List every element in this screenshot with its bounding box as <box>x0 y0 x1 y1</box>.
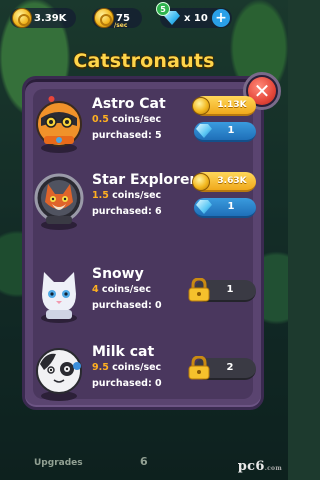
coins-value: 3.39K <box>34 12 67 24</box>
cat-name: Astro Cat <box>92 96 166 112</box>
cat-rate-unit: coins/sec <box>108 190 162 201</box>
cat-rate: 0.5 coins/sec <box>92 114 161 125</box>
cat-name: Milk cat <box>92 344 155 360</box>
milk-cat-avatar <box>36 348 82 401</box>
coin-icon <box>192 173 210 191</box>
cat-rate-unit: coins/sec <box>108 114 162 125</box>
cat-rate-unit: coins/sec <box>98 284 151 295</box>
gem-price: 1 <box>227 125 235 136</box>
cat-rate: 4 coins/sec <box>92 284 151 295</box>
page-title: Catstronauts <box>73 50 215 72</box>
watermark-logo: pc6.com <box>238 459 282 474</box>
buy-with-gems-button[interactable]: 1 <box>194 198 256 218</box>
coin-price: 1.13K <box>217 100 247 110</box>
padlock-icon <box>188 278 210 302</box>
gem-icon <box>196 200 212 214</box>
gem-notification-badge: 5 <box>156 2 170 16</box>
locked-unlock-button[interactable]: 2 <box>188 356 256 380</box>
gem-icon <box>196 124 212 138</box>
astro-cat-avatar <box>36 96 82 153</box>
cat-row-milk-cat: Milk cat 9.5 coins/sec purchased: 0 2 <box>32 340 262 416</box>
buy-with-coins-button[interactable]: 3.63K <box>192 172 256 192</box>
buy-with-coins-button[interactable]: 1.13K <box>192 96 256 116</box>
tab-upgrades[interactable]: Upgrades <box>34 458 83 468</box>
top-hud: 3.39K 75 /sec 5 x 10 + <box>0 2 288 30</box>
cat-rate-value: 4 <box>92 284 99 295</box>
bottom-center-number: 6 <box>140 455 148 468</box>
locked-unlock-button[interactable]: 1 <box>188 278 256 302</box>
lock-price: 2 <box>226 362 234 373</box>
buy-with-gems-button[interactable]: 1 <box>194 122 256 142</box>
gems-value: x 10 <box>184 12 208 24</box>
cat-row-star-explorer: Star Explorer 1.5 coins/sec purchased: 6… <box>32 168 262 244</box>
cat-rate-value: 9.5 <box>92 362 109 373</box>
cat-rate-value: 0.5 <box>92 114 109 125</box>
watermark-sub: .com <box>264 465 282 472</box>
watermark-main: pc6 <box>237 459 265 474</box>
coin-price: 3.63K <box>217 176 247 186</box>
coins-counter: 3.39K <box>10 8 76 28</box>
cat-rate-unit: coins/sec <box>108 362 162 373</box>
coin-rate-icon <box>94 8 114 28</box>
coin-icon <box>12 8 32 28</box>
gem-price: 1 <box>227 201 235 212</box>
snowy-avatar <box>41 272 77 323</box>
cat-purchased: purchased: 6 <box>92 206 162 217</box>
cat-purchased: purchased: 0 <box>92 378 162 389</box>
gems-counter: 5 x 10 + <box>156 2 232 28</box>
lock-price: 1 <box>226 284 234 295</box>
cat-purchased: purchased: 5 <box>92 130 162 141</box>
cat-name: Snowy <box>92 266 144 282</box>
coin-icon <box>192 97 210 115</box>
income-rate-counter: 75 /sec <box>92 8 142 29</box>
cat-row-snowy: Snowy 4 coins/sec purchased: 0 1 <box>32 262 262 338</box>
padlock-icon <box>188 356 210 380</box>
cat-purchased: purchased: 0 <box>92 300 162 311</box>
cat-rate-value: 1.5 <box>92 190 109 201</box>
cat-name: Star Explorer <box>92 172 197 188</box>
cat-rate: 9.5 coins/sec <box>92 362 161 373</box>
income-rate-label: /sec <box>114 22 128 29</box>
star-explorer-avatar <box>34 173 84 230</box>
cat-row-astro-cat: Astro Cat 0.5 coins/sec purchased: 5 1.1… <box>32 92 262 168</box>
cat-rate: 1.5 coins/sec <box>92 190 161 201</box>
add-gems-button[interactable]: + <box>212 9 230 27</box>
